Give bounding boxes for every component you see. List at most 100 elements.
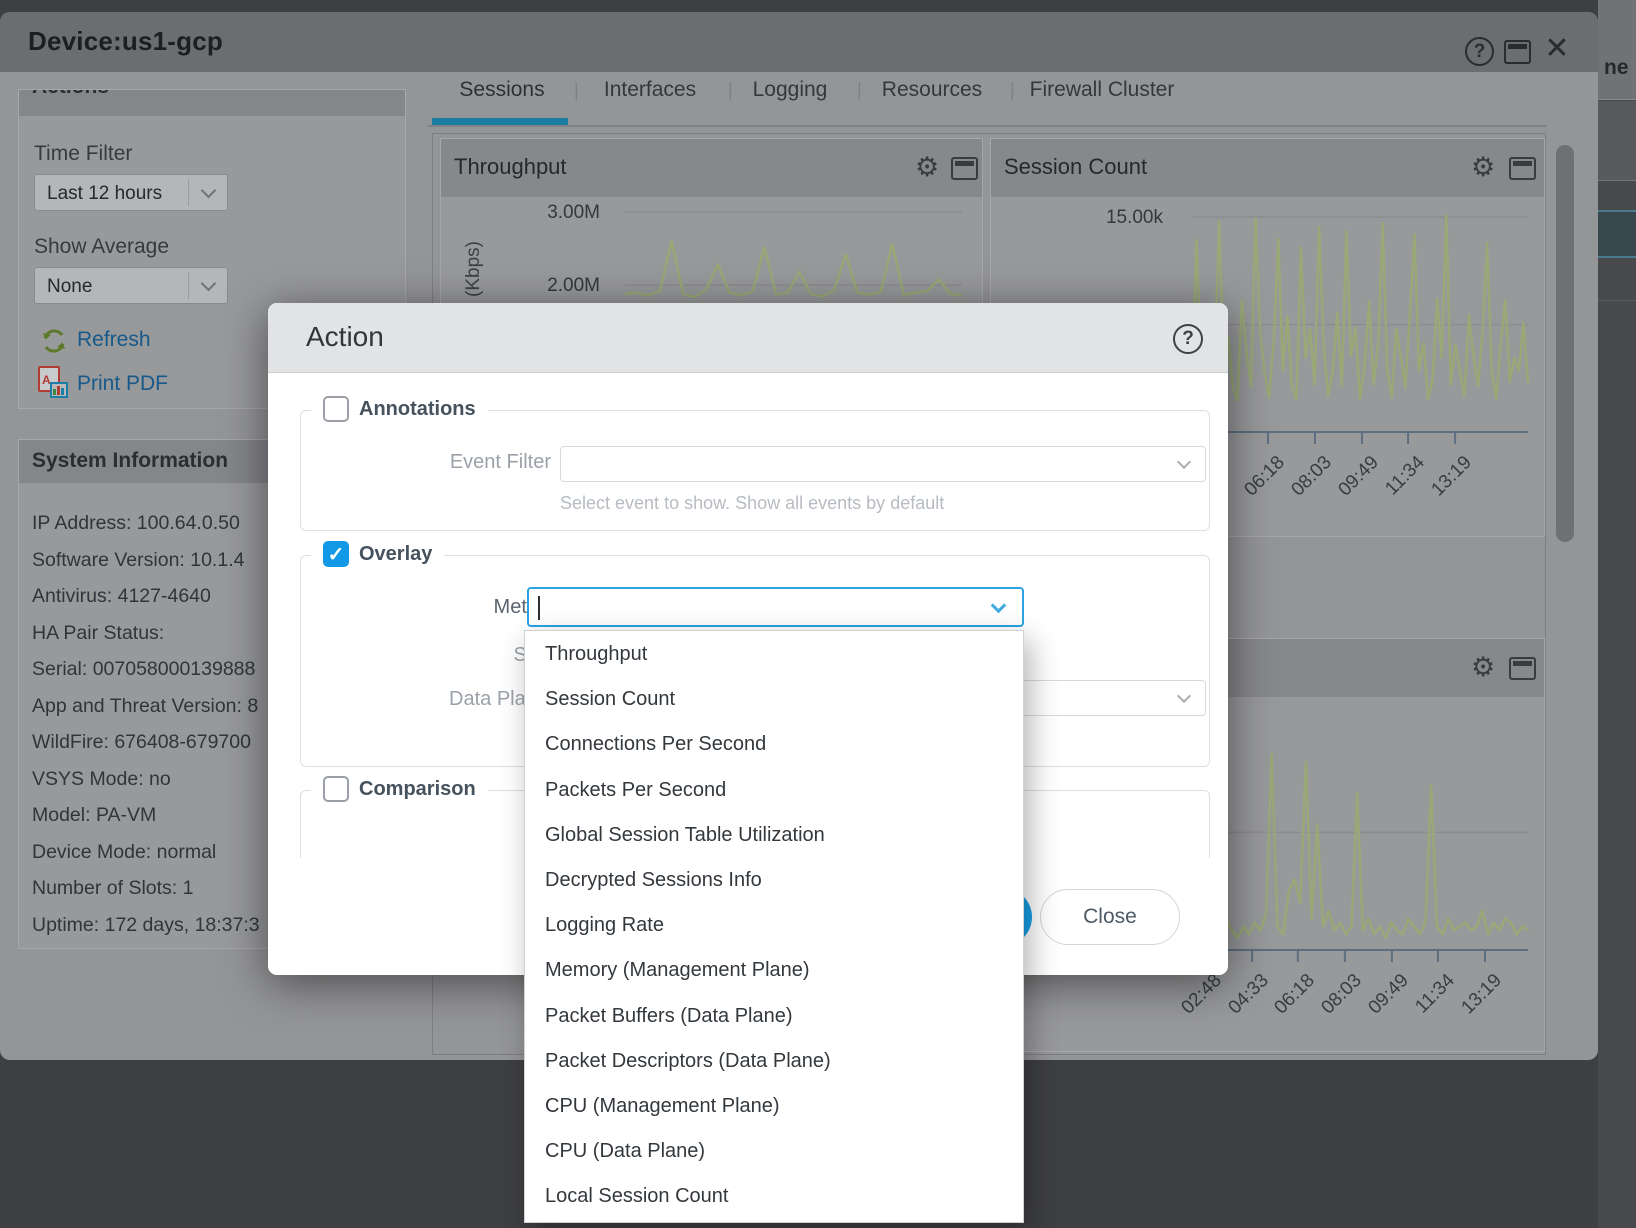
- tab-separator: |: [1010, 80, 1015, 101]
- session-count-chart: [1192, 200, 1528, 446]
- comparison-checkbox[interactable]: [323, 776, 349, 802]
- popout-icon[interactable]: [951, 157, 978, 180]
- metric-combobox[interactable]: [527, 587, 1024, 627]
- throughput-panel-title: Throughput: [454, 154, 567, 180]
- dropdown-item[interactable]: CPU (Management Plane): [525, 1084, 1023, 1129]
- text-caret: [538, 596, 540, 620]
- tab-separator: |: [857, 80, 862, 101]
- background-row: ne: [1598, 0, 1636, 100]
- refresh-icon: [41, 328, 67, 354]
- y-tick-label: 3.00M: [520, 202, 600, 224]
- chevron-down-icon: [1177, 455, 1191, 469]
- restore-window-icon[interactable]: [1504, 40, 1531, 64]
- actions-panel-title: Actions: [32, 90, 109, 99]
- refresh-link[interactable]: Refresh: [77, 328, 151, 352]
- window-titlebar: Device:us1-gcp ? ✕: [0, 12, 1598, 72]
- close-icon[interactable]: ✕: [1542, 34, 1572, 64]
- action-modal-title: Action: [306, 321, 384, 353]
- divider: [1598, 300, 1636, 301]
- overlay-label: Overlay: [359, 543, 432, 566]
- system-info-row: IP Address: 100.64.0.50: [32, 512, 240, 535]
- vertical-scrollbar-thumb[interactable]: [1556, 145, 1574, 542]
- annotations-label: Annotations: [359, 398, 476, 421]
- print-pdf-link[interactable]: Print PDF: [77, 372, 168, 396]
- annotations-checkbox[interactable]: [323, 396, 349, 422]
- throughput-panel-header: Throughput ⚙: [441, 139, 982, 197]
- window-title: Device:us1-gcp: [28, 26, 223, 57]
- system-info-row: Model: PA-VM: [32, 804, 156, 827]
- system-info-row: Antivirus: 4127-4640: [32, 585, 211, 608]
- help-icon[interactable]: ?: [1465, 37, 1494, 66]
- system-info-row: HA Pair Status:: [32, 622, 164, 645]
- close-button[interactable]: Close: [1040, 889, 1180, 945]
- dropdown-item[interactable]: Memory (Management Plane): [525, 948, 1023, 993]
- gear-icon[interactable]: ⚙: [915, 154, 939, 181]
- time-filter-label: Time Filter: [34, 142, 132, 166]
- comparison-label: Comparison: [359, 778, 476, 801]
- chevron-down-icon: [201, 276, 217, 292]
- dropdown-item[interactable]: CPU (Data Plane): [525, 1129, 1023, 1174]
- data-plane-label: Data Plane: [368, 688, 548, 711]
- background-text-fragment: ne: [1604, 56, 1629, 80]
- tab-sessions[interactable]: Sessions: [459, 78, 544, 102]
- tab-separator: |: [574, 80, 579, 101]
- metric-label: Metric: [368, 596, 548, 619]
- dropdown-item[interactable]: Packet Buffers (Data Plane): [525, 994, 1023, 1039]
- chevron-down-icon: [1177, 689, 1191, 703]
- overlay-legend: ✓ Overlay: [311, 541, 444, 567]
- event-filter-helper-text: Select event to show. Show all events by…: [560, 493, 944, 514]
- system-info-row: App and Threat Version: 8: [32, 695, 258, 718]
- annotations-legend: Annotations: [311, 396, 488, 422]
- metric-dropdown-list: ThroughputSession CountConnections Per S…: [524, 630, 1024, 1223]
- annotations-fieldset: Annotations Event Filter Select event to…: [300, 410, 1210, 531]
- tab-logging[interactable]: Logging: [753, 78, 828, 102]
- dropdown-item[interactable]: Global Session Table Utilization: [525, 813, 1023, 858]
- session-count-panel-header: Session Count ⚙: [991, 139, 1544, 197]
- bottom-metric-chart: [1192, 707, 1528, 964]
- tab-resources[interactable]: Resources: [882, 78, 982, 102]
- event-filter-label: Event Filter: [371, 451, 551, 474]
- popout-icon[interactable]: [1509, 657, 1536, 680]
- dropdown-item[interactable]: Packet Descriptors (Data Plane): [525, 1039, 1023, 1084]
- event-filter-select[interactable]: [560, 446, 1206, 482]
- system-information-title: System Information: [32, 449, 228, 473]
- tab-firewall-cluster[interactable]: Firewall Cluster: [1030, 78, 1175, 102]
- system-info-row: Number of Slots: 1: [32, 877, 193, 900]
- system-info-row: Uptime: 172 days, 18:37:3: [32, 914, 260, 937]
- tab-interfaces[interactable]: Interfaces: [604, 78, 696, 102]
- dropdown-item[interactable]: Local Session Count: [525, 1174, 1023, 1219]
- comparison-legend: Comparison: [311, 776, 488, 802]
- session-count-panel-title: Session Count: [1004, 154, 1147, 180]
- show-average-label: Show Average: [34, 235, 169, 259]
- popout-icon[interactable]: [1509, 157, 1536, 180]
- dropdown-item[interactable]: Connections Per Second: [525, 722, 1023, 767]
- gear-icon[interactable]: ⚙: [1471, 654, 1495, 681]
- y-tick-label: 2.00M: [520, 275, 600, 297]
- time-filter-select[interactable]: Last 12 hours: [34, 174, 228, 211]
- system-info-row: WildFire: 676408-679700: [32, 731, 251, 754]
- show-average-select[interactable]: None: [34, 267, 228, 304]
- throughput-y-axis-label: (Kbps): [463, 241, 485, 297]
- system-info-row: Software Version: 10.1.4: [32, 549, 244, 572]
- dropdown-item[interactable]: Throughput: [525, 632, 1023, 677]
- dropdown-item[interactable]: Decrypted Sessions Info: [525, 858, 1023, 903]
- tab-separator: |: [728, 80, 733, 101]
- system-info-row: Device Mode: normal: [32, 841, 216, 864]
- actions-panel-header: Actions: [19, 90, 405, 116]
- dropdown-item[interactable]: Packets Per Second: [525, 768, 1023, 813]
- overlay-checkbox[interactable]: ✓: [323, 541, 349, 567]
- metric-input[interactable]: [537, 592, 977, 622]
- background-row: (%): [1598, 101, 1636, 181]
- background-page-strip: ne (%): [1598, 0, 1636, 1228]
- dropdown-item[interactable]: Logging Rate: [525, 903, 1023, 948]
- action-modal-header: Action ?: [268, 303, 1228, 373]
- slot-label: Slot: [368, 644, 548, 667]
- dropdown-item[interactable]: Session Count: [525, 677, 1023, 722]
- help-icon[interactable]: ?: [1173, 324, 1203, 354]
- gear-icon[interactable]: ⚙: [1471, 154, 1495, 181]
- print-pdf-icon: A: [38, 366, 70, 400]
- background-highlight-row: [1598, 210, 1636, 258]
- system-info-row: VSYS Mode: no: [32, 768, 171, 791]
- chevron-down-icon[interactable]: [991, 598, 1007, 614]
- system-info-row: Serial: 007058000139888: [32, 658, 255, 681]
